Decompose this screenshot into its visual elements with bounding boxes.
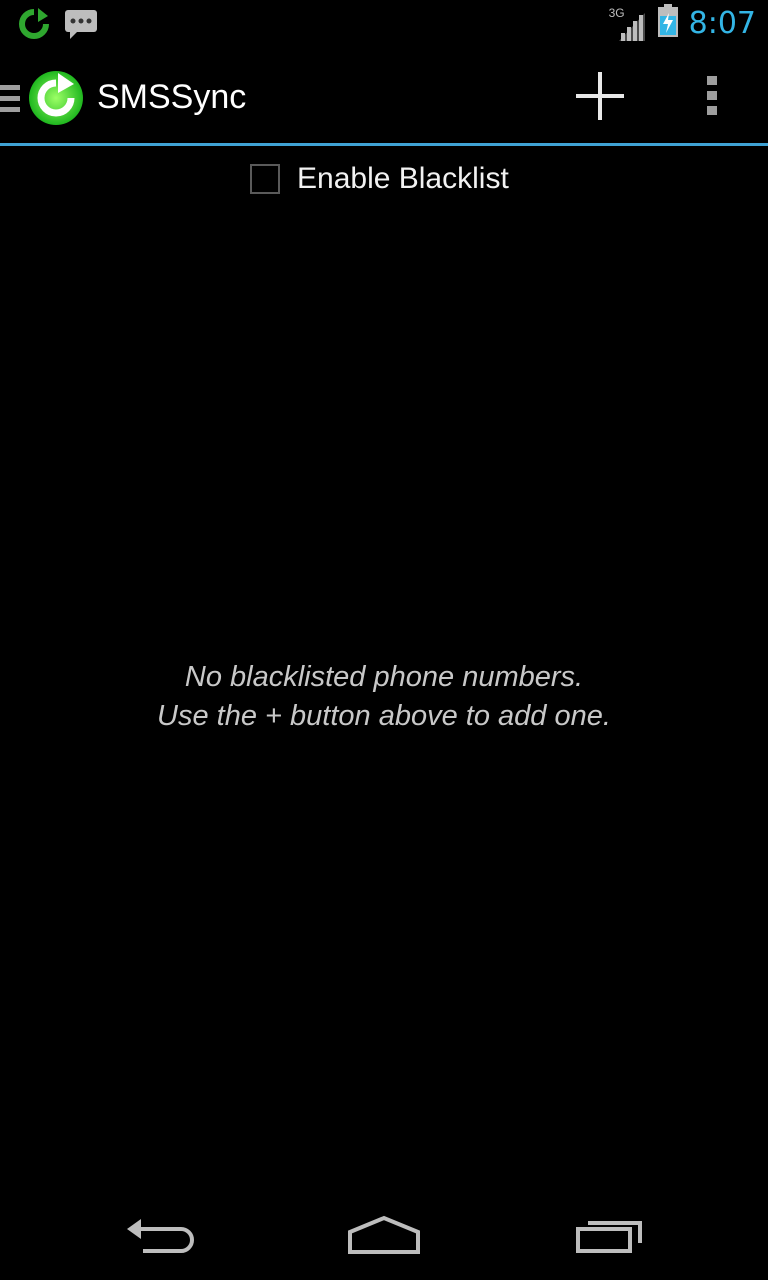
clock: 8:07 <box>688 5 756 41</box>
empty-state-line-1: No blacklisted phone numbers. <box>184 661 584 693</box>
app-title[interactable]: SMSSync <box>97 78 246 117</box>
add-button[interactable] <box>564 64 636 132</box>
action-bar: SMSSync <box>0 50 768 146</box>
navigation-bar <box>0 1184 768 1280</box>
signal-3g-icon: 3G <box>609 5 647 41</box>
overflow-menu-icon <box>705 75 719 121</box>
home-icon <box>346 1214 422 1260</box>
action-bar-divider <box>0 143 768 146</box>
back-button[interactable] <box>100 1202 220 1272</box>
smssync-logo-icon[interactable] <box>28 70 84 126</box>
back-icon <box>125 1215 195 1259</box>
message-notification-icon <box>64 8 98 44</box>
recent-apps-icon <box>574 1215 646 1259</box>
overflow-menu-button[interactable] <box>688 64 736 132</box>
status-bar: 3G 8:07 <box>0 0 768 50</box>
recent-apps-button[interactable] <box>550 1202 670 1272</box>
empty-state-line-2: Use the + button above to add one. <box>157 700 611 732</box>
notification-area <box>18 8 98 44</box>
drawer-indicator-icon[interactable] <box>0 82 20 116</box>
enable-blacklist-label[interactable]: Enable Blacklist <box>297 162 509 196</box>
home-button[interactable] <box>324 1202 444 1272</box>
smssync-notification-icon <box>18 8 50 44</box>
enable-blacklist-checkbox[interactable] <box>250 164 280 194</box>
system-icons: 3G 8:07 <box>609 4 756 42</box>
battery-charging-icon <box>657 4 679 42</box>
enable-blacklist-toggle[interactable]: Enable Blacklist <box>250 158 509 200</box>
add-icon <box>575 71 625 125</box>
empty-state-message: No blacklisted phone numbers. Use the + … <box>0 658 768 736</box>
